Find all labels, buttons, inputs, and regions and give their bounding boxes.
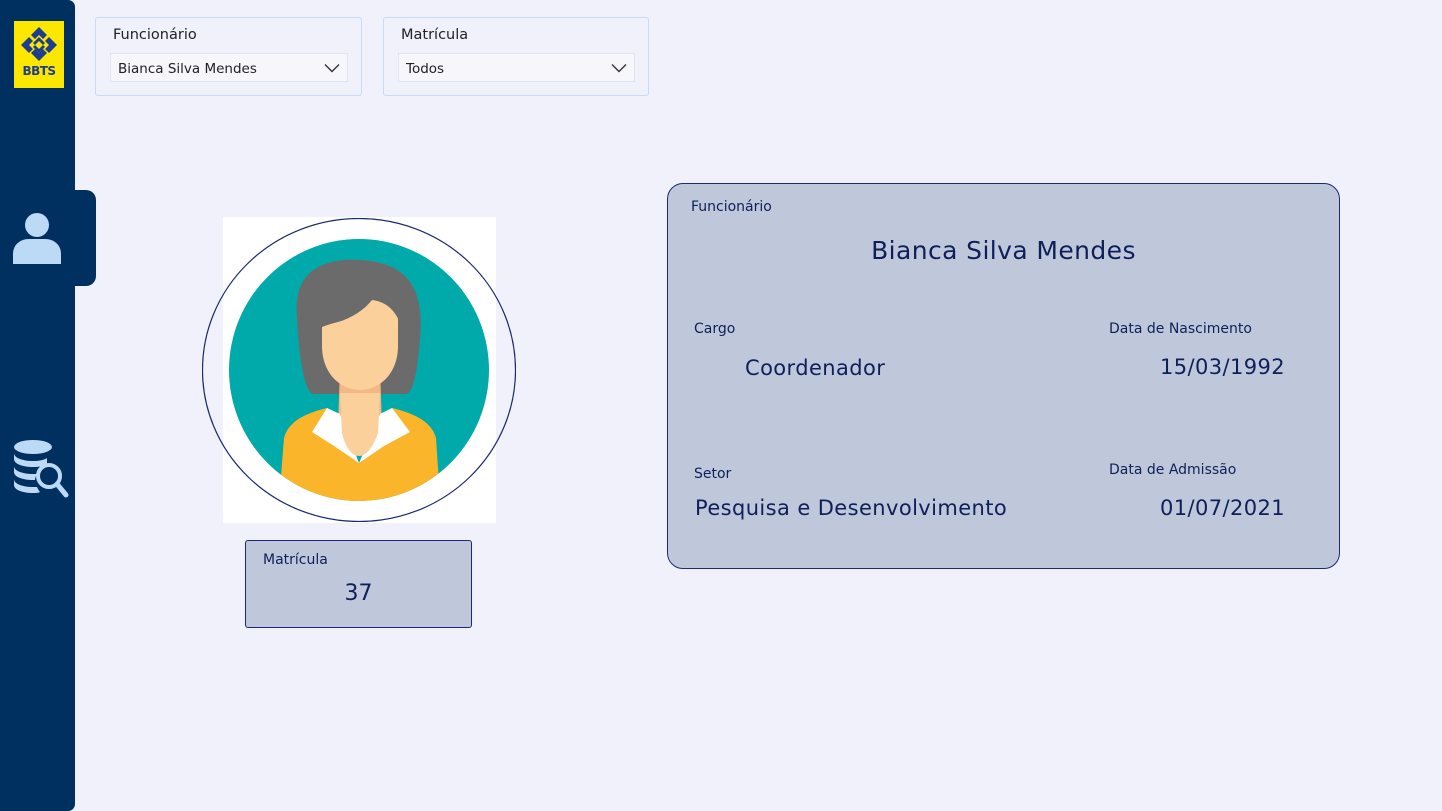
employee-name: Bianca Silva Mendes [871, 236, 1136, 265]
admissao-value: 01/07/2021 [1160, 496, 1286, 520]
cargo-label: Cargo [694, 321, 736, 337]
setor-label: Setor [694, 466, 732, 482]
chevron-down-icon [611, 64, 627, 73]
matricula-filter-title: Matrícula [401, 27, 469, 43]
user-icon [13, 213, 61, 264]
employee-details-card: Funcionário Bianca Silva Mendes Cargo Co… [667, 183, 1340, 569]
logo-text: BBTS [22, 64, 56, 78]
nav-item-employee[interactable] [0, 190, 96, 286]
matricula-card: Matrícula 37 [245, 540, 472, 628]
matricula-card-label: Matrícula [263, 552, 328, 568]
bb-logo-icon [21, 27, 57, 61]
female-avatar-icon [202, 218, 516, 522]
funcionario-dropdown-value: Bianca Silva Mendes [118, 61, 257, 77]
bbts-logo: BBTS [14, 21, 64, 88]
nascimento-label: Data de Nascimento [1109, 321, 1252, 337]
matricula-filter: Matrícula Todos [383, 17, 649, 96]
cargo-value: Coordenador [745, 356, 886, 380]
funcionario-dropdown[interactable]: Bianca Silva Mendes [110, 53, 348, 82]
admissao-label: Data de Admissão [1109, 462, 1237, 478]
funcionario-filter: Funcionário Bianca Silva Mendes [95, 17, 362, 96]
chevron-down-icon [324, 64, 340, 73]
nascimento-value: 15/03/1992 [1160, 355, 1286, 379]
matricula-dropdown[interactable]: Todos [398, 53, 635, 82]
setor-value: Pesquisa e Desenvolvimento [695, 496, 1008, 520]
nav-item-database-search[interactable] [11, 438, 69, 500]
matricula-dropdown-value: Todos [406, 61, 445, 77]
sidebar: BBTS [0, 0, 96, 811]
funcionario-label: Funcionário [691, 199, 772, 215]
funcionario-filter-title: Funcionário [113, 27, 197, 43]
matricula-card-value: 37 [344, 581, 373, 606]
database-search-icon [14, 440, 69, 498]
